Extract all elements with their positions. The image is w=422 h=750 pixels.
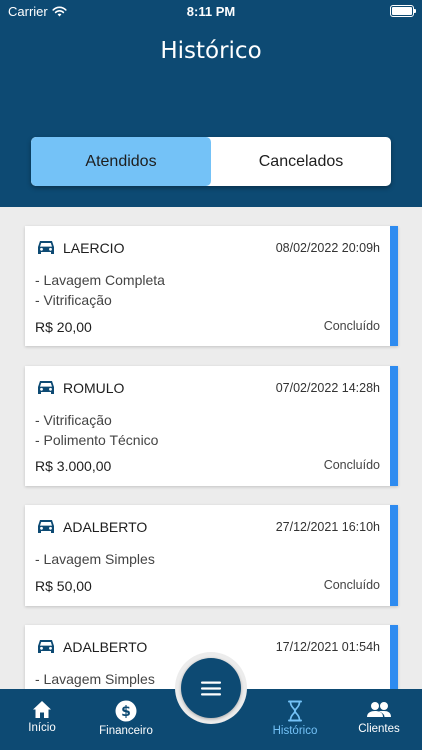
client-name: ROMULO [63, 380, 125, 396]
service-price: R$ 20,00 [35, 319, 92, 335]
service-datetime: 27/12/2021 16:10h [275, 520, 380, 534]
hourglass-icon [288, 700, 302, 722]
card-accent [390, 366, 398, 486]
client-name: ADALBERTO [63, 519, 148, 535]
tab-inicio[interactable]: Início [0, 689, 84, 750]
card-accent [390, 226, 398, 346]
car-icon [38, 381, 54, 394]
dollar-icon: $ [115, 700, 137, 722]
menu-icon [201, 681, 221, 695]
service-datetime: 17/12/2021 01:54h [275, 640, 380, 654]
service-item: - Lavagem Simples [35, 671, 155, 687]
car-icon [38, 241, 54, 254]
service-item: - Lavagem Simples [35, 551, 155, 567]
service-item: - Vitrificação [35, 412, 112, 428]
service-list: - Lavagem Simples [35, 550, 155, 570]
svg-text:$: $ [121, 704, 131, 720]
people-icon [367, 702, 391, 717]
tab-financeiro[interactable]: $ Financeiro [84, 689, 168, 750]
status-label: Concluído [323, 319, 380, 333]
service-datetime: 07/02/2022 14:28h [275, 381, 380, 395]
tab-clientes[interactable]: Clientes [337, 689, 421, 750]
status-time: 8:11 PM [186, 4, 236, 19]
segment-atendidos[interactable]: Atendidos [31, 137, 211, 186]
card-accent [390, 505, 398, 606]
tab-label: Início [28, 722, 56, 734]
tab-historico[interactable]: Histórico [253, 689, 337, 750]
status-label: Concluído [323, 458, 380, 472]
service-item: - Lavagem Completa [35, 272, 165, 288]
status-bar: Carrier 8:11 PM [0, 0, 422, 24]
home-icon [33, 701, 51, 718]
service-item: - Vitrificação [35, 291, 112, 308]
battery-icon [390, 5, 416, 17]
tab-label: Clientes [358, 723, 400, 735]
service-item: - Polimento Técnico [35, 431, 159, 448]
client-name: LAERCIO [63, 240, 125, 256]
car-icon [38, 520, 54, 533]
car-icon [38, 640, 54, 653]
history-card[interactable]: LAERCIO 08/02/2022 20:09h - Lavagem Comp… [25, 226, 398, 346]
service-list: - Vitrificação - Polimento Técnico [35, 411, 158, 450]
segment-cancelados[interactable]: Cancelados [211, 137, 391, 186]
service-list: - Lavagem Completa - Vitrificação [35, 271, 165, 310]
menu-fab-button[interactable] [181, 658, 241, 718]
tab-label: Histórico [272, 725, 318, 737]
tab-label: Financeiro [99, 725, 153, 737]
page-title: Histórico [160, 38, 262, 64]
status-label: Concluído [323, 578, 380, 592]
segmented-control: Atendidos Cancelados [31, 137, 391, 186]
client-name: ADALBERTO [63, 639, 148, 655]
service-price: R$ 3.000,00 [35, 458, 112, 474]
history-card[interactable]: ROMULO 07/02/2022 14:28h - Vitrificação … [25, 366, 398, 486]
history-card[interactable]: ADALBERTO 27/12/2021 16:10h - Lavagem Si… [25, 505, 398, 606]
service-datetime: 08/02/2022 20:09h [275, 241, 380, 255]
service-price: R$ 50,00 [35, 578, 92, 594]
service-list: - Lavagem Simples [35, 670, 155, 690]
header: Carrier 8:11 PM Histórico Atendidos Canc… [0, 0, 422, 207]
